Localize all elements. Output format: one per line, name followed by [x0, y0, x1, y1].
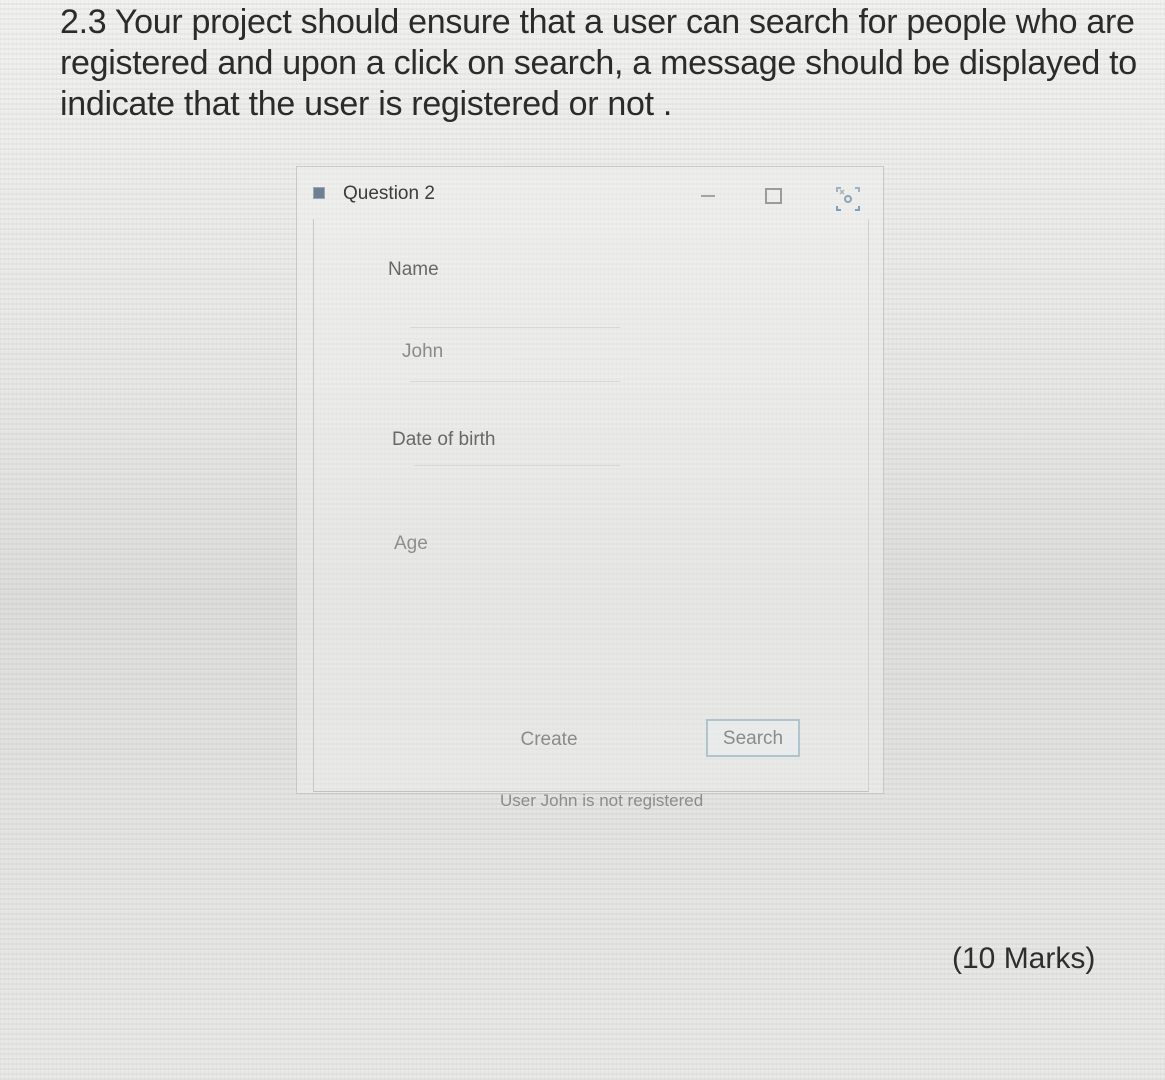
app-icon: [313, 187, 325, 199]
create-button[interactable]: Create: [506, 723, 592, 757]
age-label: Age: [394, 533, 428, 554]
name-label: Name: [388, 259, 439, 280]
search-button[interactable]: Search: [706, 719, 800, 757]
marks-label: (10 Marks): [952, 942, 1096, 975]
form-panel: Name John Date of birth Age Create Searc…: [313, 219, 869, 810]
window-title: Question 2: [343, 183, 435, 204]
app-window: Question 2 Name John Date of birth Age C…: [296, 166, 884, 810]
question-text: 2.3 Your project should ensure that a us…: [60, 3, 1137, 123]
name-field-underline: [410, 327, 620, 328]
dob-label: Date of birth: [392, 429, 496, 450]
name-input-underline: [410, 381, 620, 382]
name-input[interactable]: John: [402, 341, 443, 363]
dob-input[interactable]: [414, 465, 620, 466]
minimize-icon[interactable]: [687, 184, 727, 206]
maximize-icon[interactable]: [753, 183, 793, 207]
close-icon[interactable]: [831, 182, 871, 216]
status-message: User John is not registered: [500, 791, 704, 810]
